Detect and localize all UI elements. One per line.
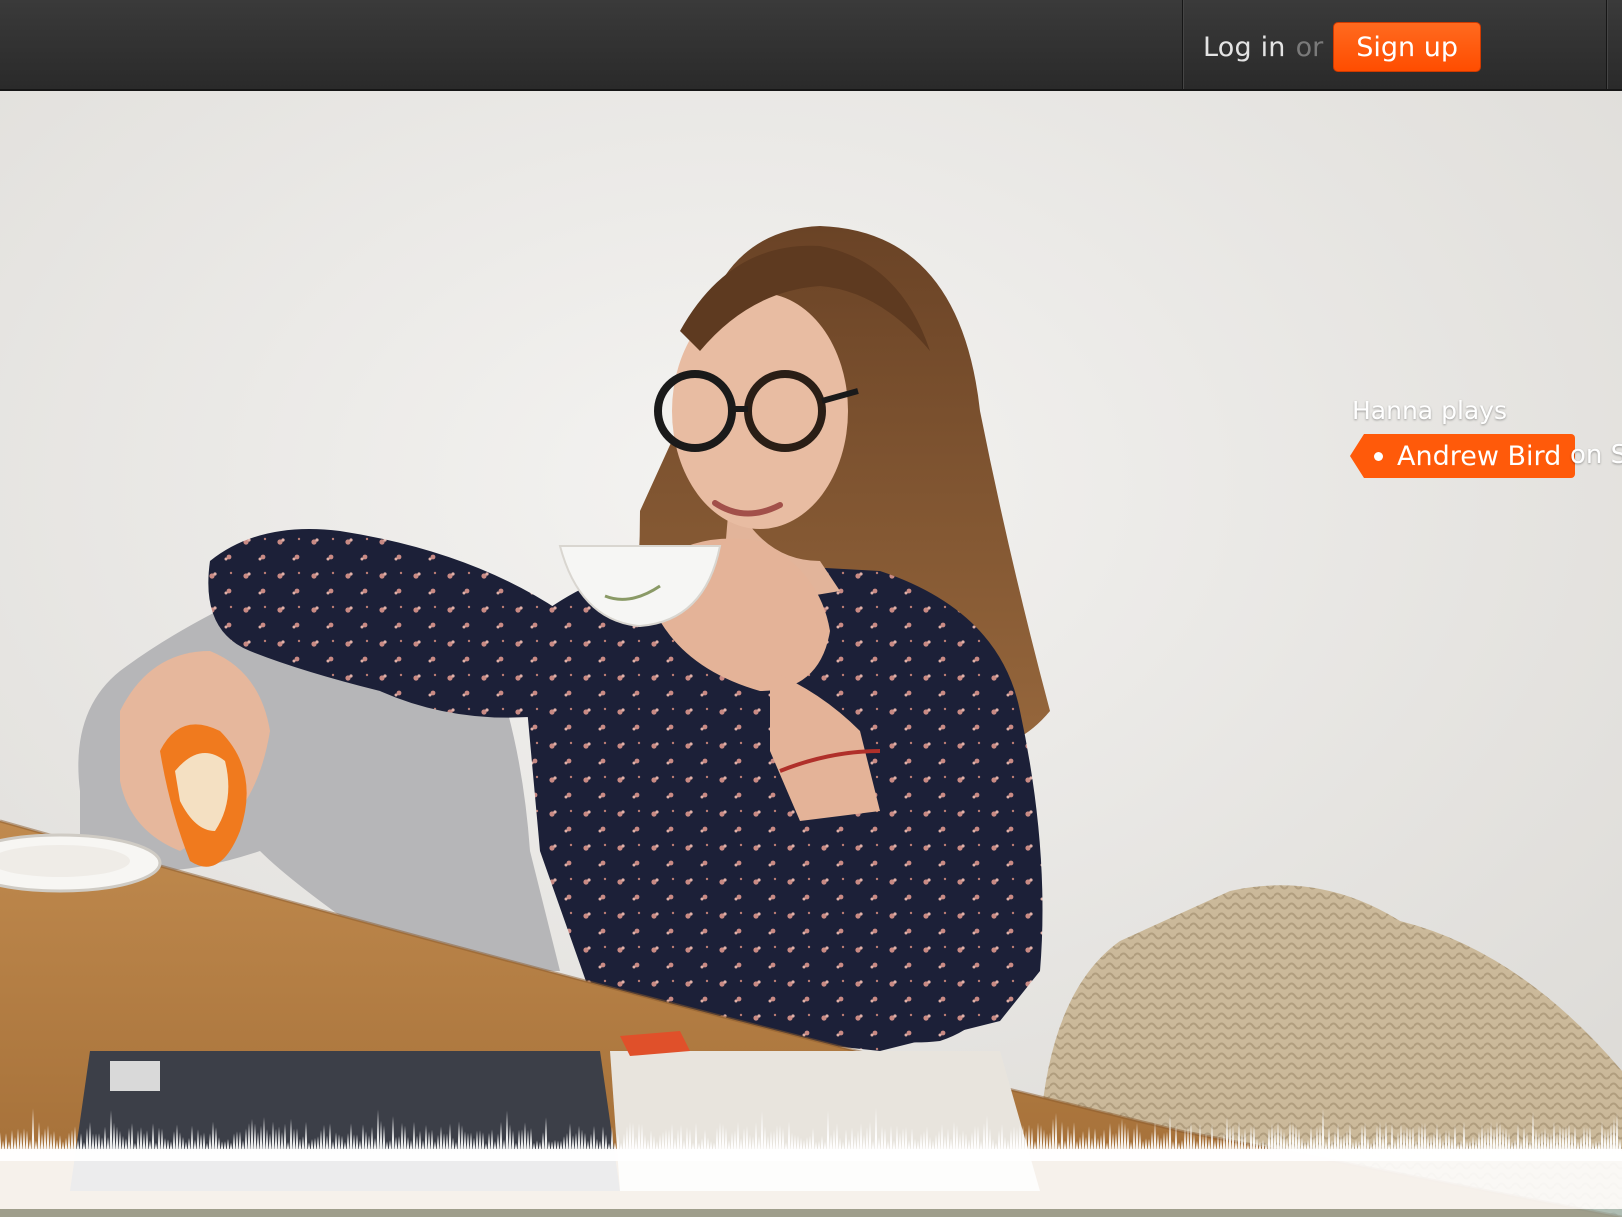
hero-image [0,91,1622,1217]
hero-caption-intro: Hanna plays [1352,396,1508,425]
hero-caption-suffix: on S [1570,440,1622,470]
artist-name[interactable]: Andrew Bird [1397,441,1561,472]
top-bar: Log in or Sign up [0,0,1622,91]
bullet-dot-icon [1374,451,1383,461]
artist-tag[interactable]: Andrew Bird [1350,434,1576,478]
header-divider-right [1606,0,1607,89]
login-link[interactable]: Log in [1203,32,1286,63]
signup-button[interactable]: Sign up [1333,22,1481,72]
page: Log in or Sign up Hanna plays Andrew Bir… [0,0,1622,1217]
auth-links: Log in or Sign up [1203,22,1481,72]
tag-arrow-icon [1350,434,1364,478]
hero-photo [0,91,1622,1217]
header-divider [1182,0,1183,89]
artist-pill[interactable]: Andrew Bird [1364,434,1576,478]
or-separator: or [1295,31,1324,63]
